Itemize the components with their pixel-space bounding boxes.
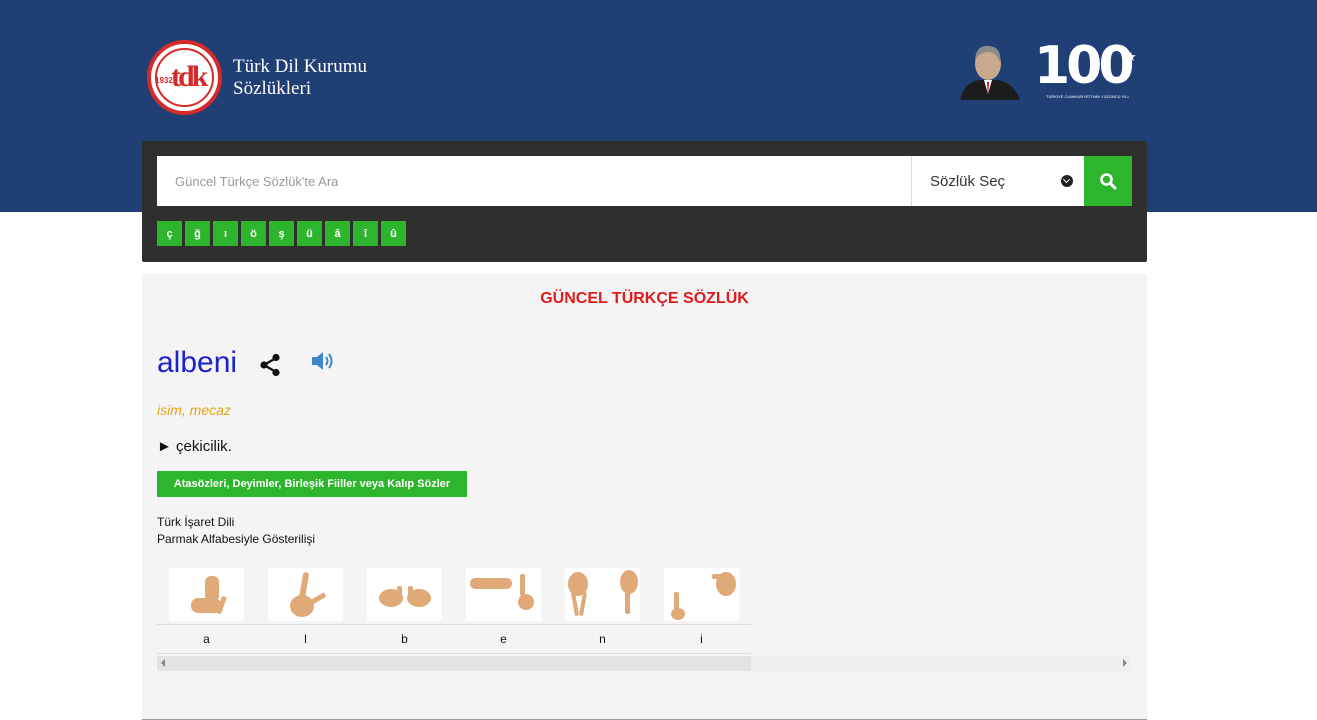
letter-cell: n (599, 632, 606, 646)
search-icon (1100, 173, 1117, 190)
char-button-c-cedilla[interactable]: ç (157, 221, 182, 246)
sign-hand-a-icon (169, 567, 244, 621)
scroll-right-arrow-icon[interactable] (1123, 659, 1127, 667)
share-icon (260, 353, 280, 377)
logo-monogram: tdk (171, 60, 208, 93)
tdk-logo-icon: 1932 tdk (147, 40, 222, 115)
sign-hand-l-icon (268, 567, 343, 621)
sign-hand-b-icon (367, 567, 442, 621)
sign-language-heading: Türk İşaret Dili Parmak Alfabesiyle Göst… (157, 514, 315, 548)
char-button-i-circumflex[interactable]: î (353, 221, 378, 246)
anniversary-number: 100 (1034, 36, 1135, 96)
entry-word: albeni (157, 346, 238, 379)
site-title: Türk Dil Kurumu Sözlükleri (233, 56, 367, 100)
republic-100-badge: 100 ★ TÜRKİYE CUMHURİYETİ'NİN YÜZÜNCÜ YI… (958, 38, 1148, 102)
search-button[interactable] (1084, 156, 1132, 206)
dictionary-select-label: Sözlük Seç (930, 172, 1006, 190)
letter-cell: i (700, 632, 703, 646)
dictionary-title: GÜNCEL TÜRKÇE SÖZLÜK (540, 290, 749, 307)
sign-hand-e-icon (466, 567, 541, 621)
site-title-line2: Sözlükleri (233, 77, 312, 99)
search-input[interactable] (157, 156, 911, 206)
sign-hand-n-icon (565, 567, 640, 621)
char-button-u-umlaut[interactable]: ü (297, 221, 322, 246)
star-icon: ★ (1125, 49, 1137, 64)
speaker-icon (312, 352, 333, 370)
special-character-bar: ç ğ ı ö ş ü â î û (157, 221, 406, 246)
scroll-left-arrow-icon[interactable] (161, 659, 165, 667)
letter-cell: e (500, 632, 507, 646)
meaning-text: ► çekicilik. (157, 438, 232, 455)
char-button-dotless-i[interactable]: ı (213, 221, 238, 246)
char-button-a-circumflex[interactable]: â (325, 221, 350, 246)
letter-cell: b (401, 632, 408, 646)
tdk-logo-link[interactable]: 1932 tdk Türk Dil Kurumu Sözlükleri (147, 40, 367, 115)
part-of-speech: isim, mecaz (157, 402, 231, 418)
phrases-button[interactable]: Atasözleri, Deyimler, Birleşik Fiiller v… (157, 471, 467, 497)
anniversary-caption: TÜRKİYE CUMHURİYETİ'NİN YÜZÜNCÜ YILI (1046, 94, 1129, 99)
site-title-line1: Türk Dil Kurumu (233, 55, 368, 77)
fingerspelling-table: a l b e n i (157, 564, 751, 654)
horizontal-scrollbar[interactable] (157, 656, 1131, 671)
sign-image-row (157, 564, 751, 624)
letter-cell: l (304, 632, 307, 646)
sign-language-subtitle: Parmak Alfabesiyle Gösterilişi (157, 532, 316, 546)
sign-language-title: Türk İşaret Dili (157, 515, 235, 529)
char-button-o-umlaut[interactable]: ö (241, 221, 266, 246)
audio-button[interactable] (310, 350, 336, 377)
sign-hand-i-icon (664, 567, 739, 621)
char-button-g-breve[interactable]: ğ (185, 221, 210, 246)
char-button-s-cedilla[interactable]: ş (269, 221, 294, 246)
letter-row: a l b e n i (157, 624, 751, 654)
chevron-down-icon (1061, 175, 1073, 187)
char-button-u-circumflex[interactable]: û (381, 221, 406, 246)
search-panel: Sözlük Seç ç ğ ı ö ş ü â î û (142, 141, 1147, 262)
share-button[interactable] (259, 353, 281, 382)
result-panel: GÜNCEL TÜRKÇE SÖZLÜK albeni isim, mecaz … (142, 274, 1147, 720)
letter-cell: a (203, 632, 210, 646)
scrollbar-thumb[interactable] (157, 656, 751, 671)
dictionary-select[interactable]: Sözlük Seç (911, 156, 1084, 206)
